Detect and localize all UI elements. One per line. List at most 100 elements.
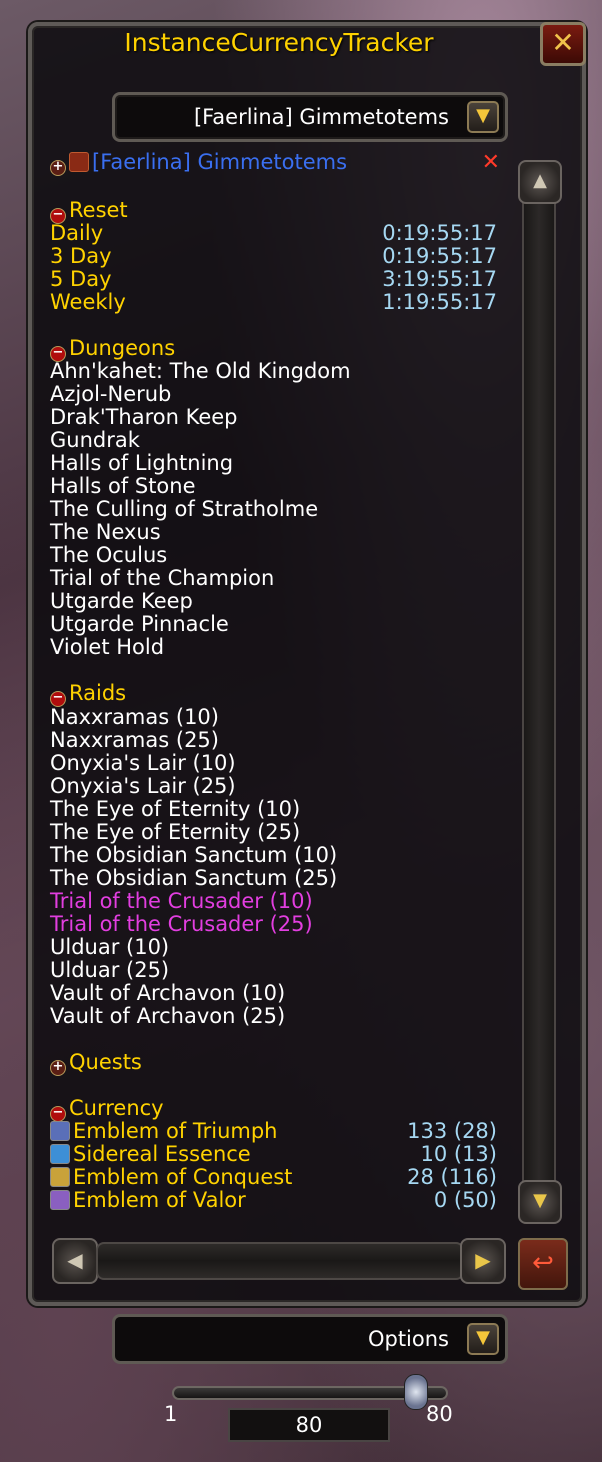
level-slider[interactable] (172, 1374, 448, 1410)
quests-header[interactable]: + Quests (50, 1050, 142, 1076)
slider-max-label: 80 (426, 1402, 453, 1426)
chevron-up-icon: ▲ (533, 170, 547, 191)
character-name[interactable]: [Faerlina] Gimmetotems (92, 150, 347, 174)
raid-name: The Eye of Eternity (10) (50, 797, 301, 821)
dungeons-title: Dungeons (69, 336, 176, 360)
currency-row: Emblem of Triumph 133 (28) (50, 1119, 497, 1143)
reset-view-button[interactable]: ↩ (518, 1238, 568, 1290)
currency-title: Currency (69, 1096, 164, 1120)
raid-name: The Obsidian Sanctum (25) (50, 866, 338, 890)
currency-row: Emblem of Valor 0 (50) (50, 1188, 497, 1212)
currency-name: Emblem of Valor (73, 1188, 246, 1212)
dungeon-row: Azjol-Nerub (50, 382, 172, 406)
raid-name: Naxxramas (10) (50, 705, 219, 729)
raid-name: Vault of Archavon (10) (50, 981, 286, 1005)
dungeon-row: Drak'Tharon Keep (50, 405, 238, 429)
dungeon-row: The Oculus (50, 543, 168, 567)
dungeon-name: Halls of Stone (50, 474, 196, 498)
dungeon-name: Violet Hold (50, 635, 165, 659)
raids-title: Raids (69, 681, 127, 705)
raid-row: The Obsidian Sanctum (25) (50, 866, 338, 890)
dungeon-name: Ahn'kahet: The Old Kingdom (50, 359, 351, 383)
raid-row: Trial of the Crusader (10) (50, 889, 313, 913)
reset-row: 5 Day 3:19:55:17 (50, 267, 497, 291)
slider-thumb[interactable] (404, 1374, 428, 1410)
chevron-right-icon: ▶ (475, 1248, 491, 1272)
character-dropdown[interactable]: [Faerlina] Gimmetotems ▼ (112, 92, 508, 142)
slider-value-field[interactable]: 80 (228, 1408, 390, 1442)
reset-timer: 1:19:55:17 (382, 290, 497, 314)
dungeon-name: Drak'Tharon Keep (50, 405, 238, 429)
reset-row: Weekly 1:19:55:17 (50, 290, 497, 314)
currency-header[interactable]: − Currency (50, 1096, 164, 1122)
dungeon-name: The Oculus (50, 543, 168, 567)
raid-row: Vault of Archavon (10) (50, 981, 286, 1005)
reset-title: Reset (69, 198, 128, 222)
currency-value: 133 (28) (407, 1119, 497, 1143)
quests-title: Quests (69, 1050, 142, 1074)
slider-min-label: 1 (164, 1402, 178, 1426)
reset-timer: 3:19:55:17 (382, 267, 497, 291)
dungeon-row: Halls of Stone (50, 474, 196, 498)
scroll-left-button[interactable]: ◀ (52, 1238, 98, 1284)
reset-label: 5 Day (50, 267, 112, 291)
options-dropdown[interactable]: Options ▼ (112, 1314, 508, 1364)
scroll-right-button[interactable]: ▶ (460, 1238, 506, 1284)
dungeon-name: Utgarde Keep (50, 589, 193, 613)
reset-row: Daily 0:19:55:17 (50, 221, 497, 245)
dungeon-row: Gundrak (50, 428, 140, 452)
raid-name: Onyxia's Lair (25) (50, 774, 236, 798)
dungeons-header[interactable]: − Dungeons (50, 336, 176, 362)
expand-toggle[interactable]: + (50, 1060, 66, 1076)
options-dropdown-value: Options (367, 1327, 449, 1351)
reset-timer: 0:19:55:17 (382, 221, 497, 245)
reset-label: 3 Day (50, 244, 112, 268)
close-button[interactable]: ✕ (540, 22, 586, 66)
dungeon-row: Violet Hold (50, 635, 165, 659)
raid-name: Naxxramas (25) (50, 728, 219, 752)
chevron-left-icon: ◀ (67, 1248, 83, 1272)
chevron-down-icon: ▼ (533, 1190, 547, 1211)
raid-row: The Eye of Eternity (25) (50, 820, 300, 844)
scroll-track[interactable] (96, 1242, 464, 1280)
reset-header[interactable]: − Reset (50, 198, 128, 224)
raid-row: Naxxramas (25) (50, 728, 219, 752)
currency-name: Emblem of Conquest (73, 1165, 293, 1189)
close-icon[interactable]: ✕ (482, 150, 500, 175)
dungeon-name: The Nexus (50, 520, 161, 544)
raids-header[interactable]: − Raids (50, 681, 127, 707)
character-row: + [Faerlina] Gimmetotems ✕ (50, 150, 500, 176)
horizontal-scrollbar[interactable]: ◀ ▶ (52, 1236, 506, 1288)
reset-timer: 0:19:55:17 (382, 244, 497, 268)
currency-row: Emblem of Conquest 28 (116) (50, 1165, 497, 1189)
emblem-triumph-icon (50, 1121, 70, 1141)
dungeon-row: Utgarde Keep (50, 589, 193, 613)
raid-name: Trial of the Crusader (25) (50, 912, 313, 936)
scroll-up-button[interactable]: ▲ (518, 160, 562, 204)
dungeon-row: Ahn'kahet: The Old Kingdom (50, 359, 351, 383)
raid-name: Onyxia's Lair (10) (50, 751, 236, 775)
expand-toggle[interactable]: + (50, 160, 66, 176)
reset-label: Weekly (50, 290, 126, 314)
raid-name: Ulduar (25) (50, 958, 170, 982)
vertical-scrollbar[interactable]: ▲ ▼ (514, 156, 566, 1228)
scroll-down-button[interactable]: ▼ (518, 1180, 562, 1224)
dungeon-name: Azjol-Nerub (50, 382, 172, 406)
dungeon-row: The Nexus (50, 520, 161, 544)
dungeon-row: The Culling of Stratholme (50, 497, 318, 521)
currency-value: 0 (50) (433, 1188, 497, 1212)
raid-row: Onyxia's Lair (10) (50, 751, 236, 775)
raid-name: Trial of the Crusader (10) (50, 889, 313, 913)
chevron-down-icon[interactable]: ▼ (467, 101, 499, 133)
scroll-track[interactable] (522, 196, 556, 1186)
raid-row: Trial of the Crusader (25) (50, 912, 313, 936)
emblem-conquest-icon (50, 1167, 70, 1187)
sidereal-essence-icon (50, 1144, 70, 1164)
raid-name: The Obsidian Sanctum (10) (50, 843, 338, 867)
currency-name: Sidereal Essence (73, 1142, 251, 1166)
raid-row: Ulduar (10) (50, 935, 169, 959)
chevron-down-icon[interactable]: ▼ (467, 1323, 499, 1355)
currency-row: Sidereal Essence 10 (13) (50, 1142, 497, 1166)
raid-name: Vault of Archavon (25) (50, 1004, 286, 1028)
dungeon-name: Gundrak (50, 428, 140, 452)
